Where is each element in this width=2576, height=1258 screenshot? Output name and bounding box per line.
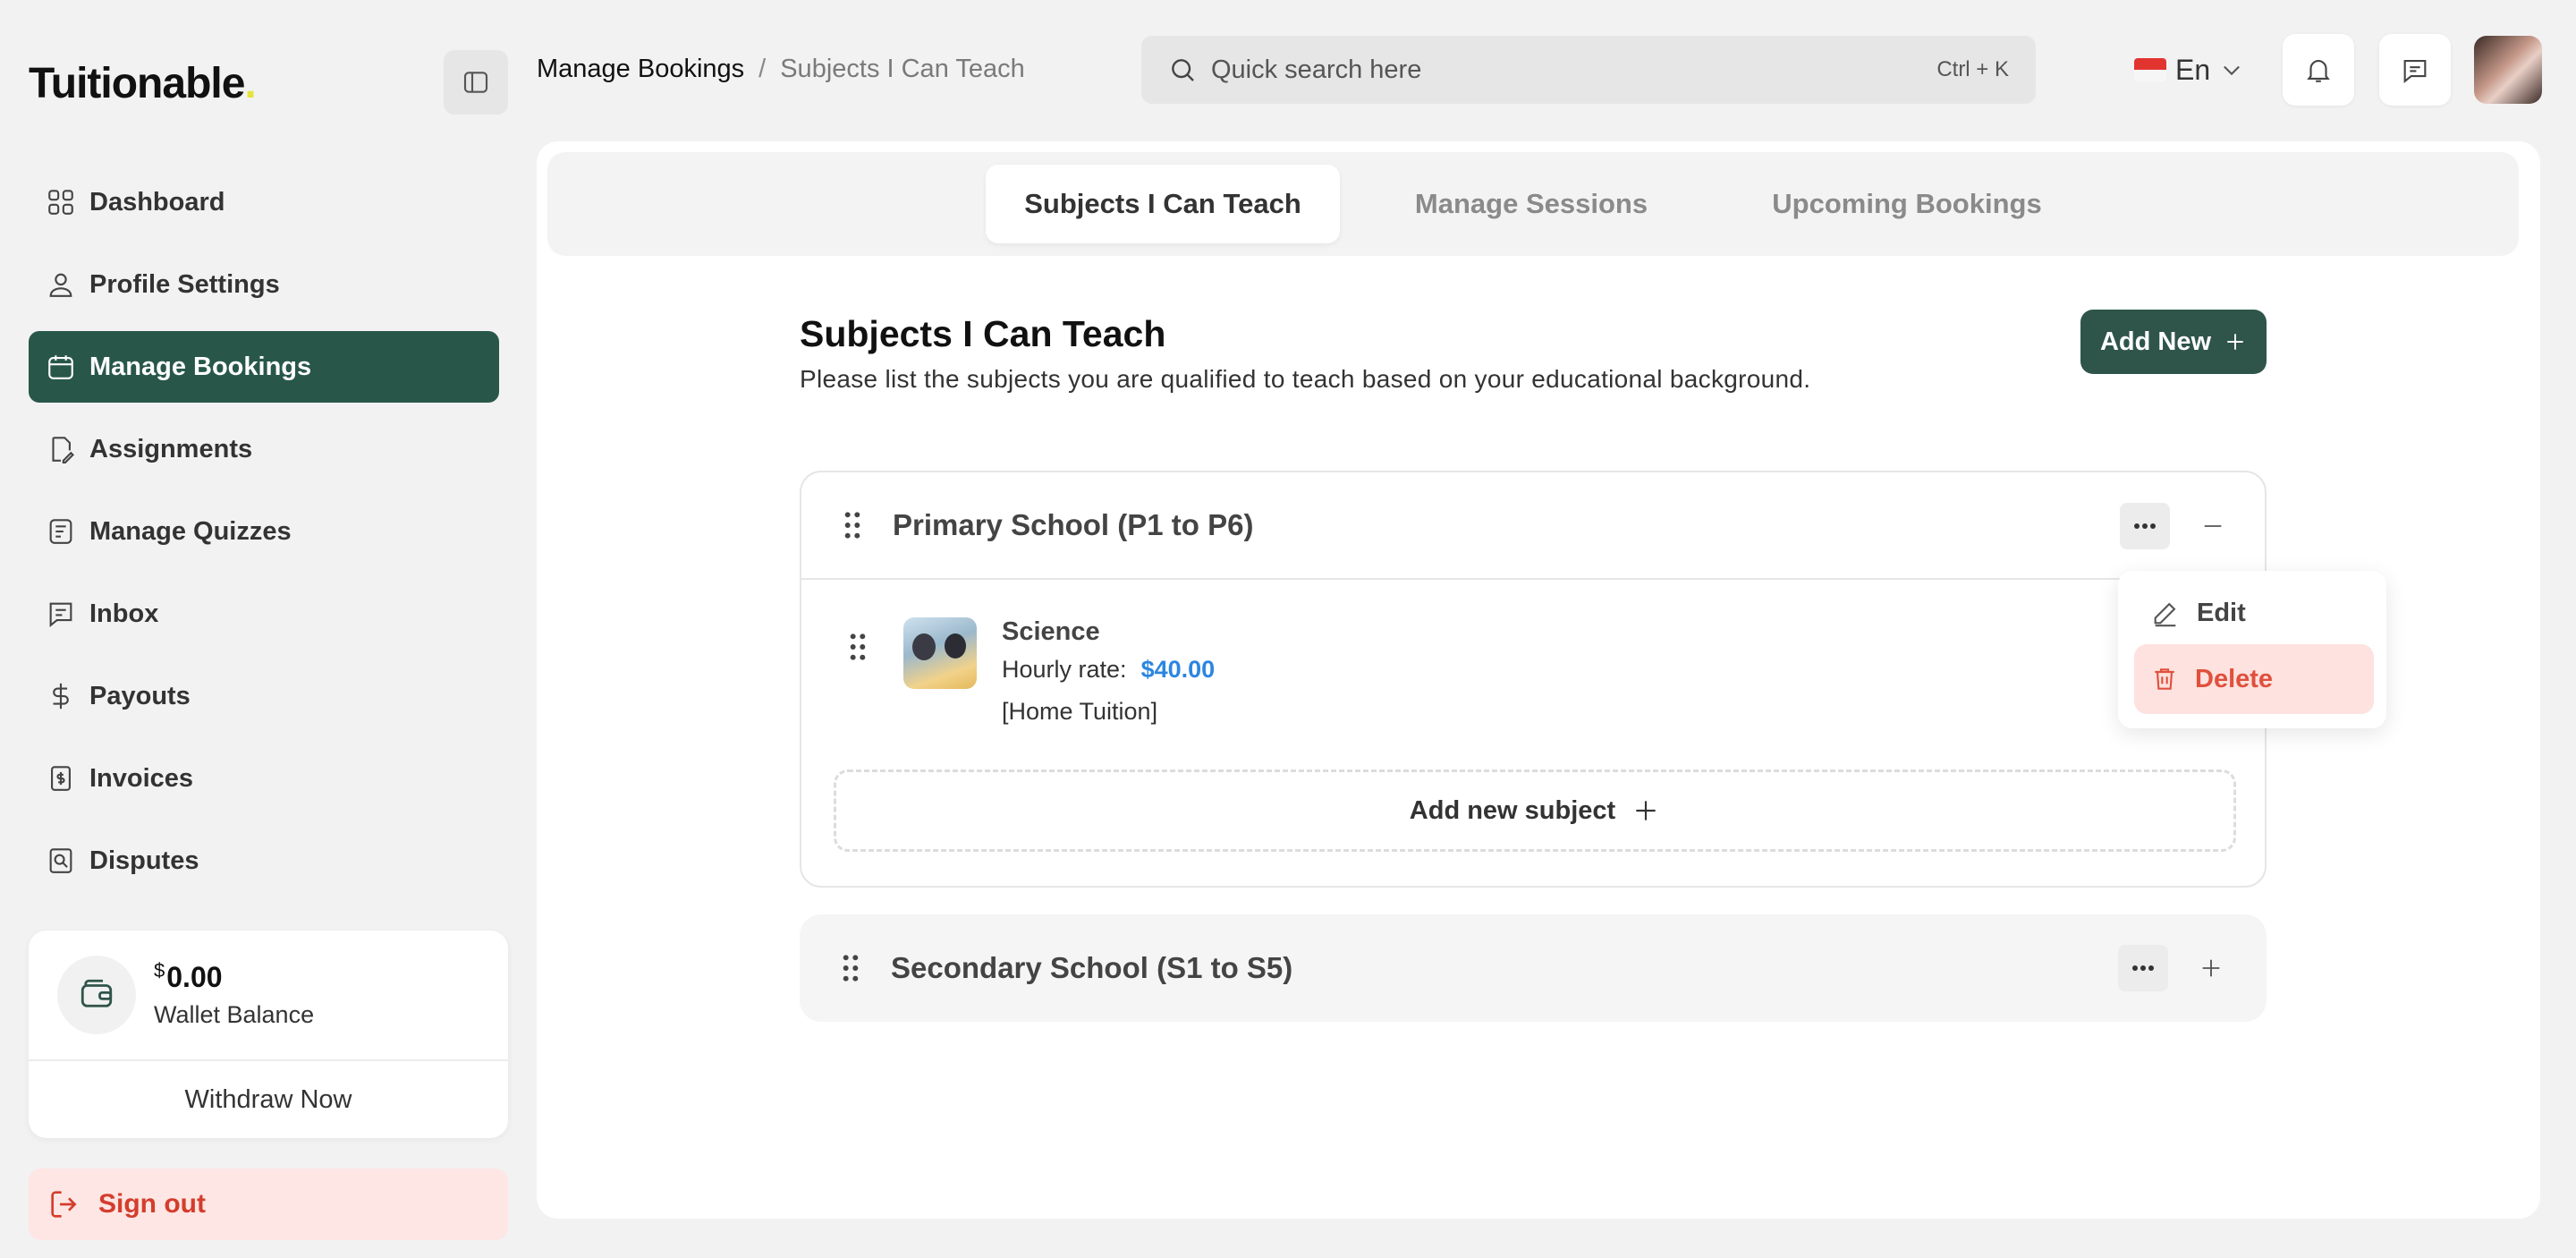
quiz-icon xyxy=(45,515,77,548)
wallet-card: $0.00 Wallet Balance Withdraw Now xyxy=(29,931,508,1138)
search-bar[interactable]: Ctrl + K xyxy=(1141,36,2036,104)
calendar-icon xyxy=(45,351,77,383)
add-new-label: Add New xyxy=(2099,327,2212,356)
breadcrumb-parent[interactable]: Manage Bookings xyxy=(537,55,744,84)
expand-group-button[interactable] xyxy=(2193,950,2229,986)
sidebar-item-label: Assignments xyxy=(89,434,253,463)
chat-icon xyxy=(2403,60,2427,83)
group-more-button[interactable] xyxy=(2118,945,2168,991)
dollar-icon xyxy=(45,680,77,712)
breadcrumb: Manage Bookings / Subjects I Can Teach xyxy=(537,54,1025,84)
sidebar-item-inbox[interactable]: Inbox xyxy=(29,578,499,650)
subject-group-header: Primary School (P1 to P6) xyxy=(801,472,2265,580)
chevron-down-icon xyxy=(2224,65,2241,76)
sidebar-item-invoices[interactable]: Invoices xyxy=(29,743,499,814)
wallet-label: Wallet Balance xyxy=(154,1001,315,1028)
group-actions-menu: Edit Delete xyxy=(2118,571,2386,728)
language-selector[interactable]: En xyxy=(2134,50,2244,89)
edit-document-icon xyxy=(45,433,77,465)
sidebar-item-dashboard[interactable]: Dashboard xyxy=(29,166,499,238)
collapse-group-button[interactable] xyxy=(2195,508,2231,544)
subject-name: Science xyxy=(1002,617,1100,646)
breadcrumb-current: Subjects I Can Teach xyxy=(780,54,1025,83)
sidebar-item-assignments[interactable]: Assignments xyxy=(29,413,499,485)
drag-handle-icon[interactable] xyxy=(843,510,862,540)
tab-upcoming-bookings[interactable]: Upcoming Bookings xyxy=(1737,165,2077,243)
sidebar-item-profile-settings[interactable]: Profile Settings xyxy=(29,249,499,320)
add-new-subject-button[interactable]: Add new subject xyxy=(834,769,2236,852)
invoice-icon xyxy=(45,762,77,795)
sidebar-item-label: Manage Quizzes xyxy=(89,516,292,546)
user-avatar[interactable] xyxy=(2474,36,2542,104)
plus-icon xyxy=(1636,801,1656,820)
subject-group-title: Secondary School (S1 to S5) xyxy=(891,951,1293,984)
subject-group-title: Primary School (P1 to P6) xyxy=(893,508,1254,541)
trash-icon xyxy=(2155,668,2174,690)
subject-info: Science Hourly rate: $40.00 [Home Tuition… xyxy=(1002,617,1215,726)
grid-icon xyxy=(45,186,77,218)
signout-label: Sign out xyxy=(98,1189,206,1219)
minus-icon xyxy=(2204,525,2222,527)
singapore-flag-icon xyxy=(2134,58,2166,81)
plus-icon xyxy=(2202,959,2220,977)
subject-group-card: Secondary School (S1 to S5) xyxy=(800,914,2267,1022)
sidebar-item-label: Invoices xyxy=(89,763,194,793)
brand-logo[interactable]: Tuitionable. xyxy=(29,59,257,108)
subject-group-card: Primary School (P1 to P6) Science Hourly… xyxy=(800,471,2267,888)
tabs-bar: Subjects I Can Teach Manage Sessions Upc… xyxy=(547,152,2519,256)
search-icon xyxy=(1172,59,1194,81)
language-label: En xyxy=(2175,53,2211,86)
subject-rate: Hourly rate: $40.00 xyxy=(1002,656,1216,683)
page-title: Subjects I Can Teach xyxy=(800,313,1166,354)
pencil-icon xyxy=(2154,602,2176,627)
signout-button[interactable]: Sign out xyxy=(29,1169,508,1240)
sidebar-item-label: Dashboard xyxy=(89,187,225,217)
sidebar-toggle-button[interactable] xyxy=(444,50,508,115)
wallet-summary: $0.00 Wallet Balance xyxy=(29,931,508,1061)
sidebar-item-manage-quizzes[interactable]: Manage Quizzes xyxy=(29,496,499,567)
tab-manage-sessions[interactable]: Manage Sessions xyxy=(1370,165,1692,243)
subject-mode: [Home Tuition] xyxy=(1002,698,1158,725)
sidebar-nav: Dashboard Profile Settings Manage Bookin… xyxy=(29,166,499,907)
search-shortcut: Ctrl + K xyxy=(1936,57,2009,81)
group-more-button[interactable] xyxy=(2120,503,2170,549)
notifications-button[interactable] xyxy=(2283,34,2354,106)
subject-rate-amount: $40.00 xyxy=(1140,656,1216,683)
sidebar-item-disputes[interactable]: Disputes xyxy=(29,825,499,897)
bell-icon xyxy=(2307,60,2330,82)
sidebar-item-label: Payouts xyxy=(89,681,191,710)
delete-menu-item[interactable]: Delete xyxy=(2134,644,2374,714)
subject-item: Science Hourly rate: $40.00 [Home Tuition… xyxy=(848,607,1215,726)
more-horizontal-icon xyxy=(2132,965,2154,971)
wallet-amount: $0.00 xyxy=(154,959,223,993)
message-icon xyxy=(45,598,77,630)
sidebar-item-label: Disputes xyxy=(89,846,199,875)
messages-button[interactable] xyxy=(2379,34,2451,106)
plus-icon xyxy=(2227,334,2243,350)
drag-handle-icon[interactable] xyxy=(848,632,868,726)
sidebar-item-payouts[interactable]: Payouts xyxy=(29,660,499,732)
withdraw-button[interactable]: Withdraw Now xyxy=(29,1061,508,1138)
add-new-subject-label: Add new subject xyxy=(1409,795,1616,825)
dispute-icon xyxy=(45,845,77,877)
delete-label: Delete xyxy=(2195,664,2274,693)
breadcrumb-separator: / xyxy=(758,54,767,83)
search-input[interactable] xyxy=(1211,55,1937,85)
sidebar-item-manage-bookings[interactable]: Manage Bookings xyxy=(29,331,499,403)
page-description: Please list the subjects you are qualifi… xyxy=(800,365,1811,393)
tab-subjects-i-can-teach[interactable]: Subjects I Can Teach xyxy=(986,165,1340,243)
logout-icon xyxy=(47,1186,82,1222)
sidebar-icon xyxy=(463,72,488,93)
sidebar-item-label: Manage Bookings xyxy=(89,352,312,381)
drag-handle-icon[interactable] xyxy=(841,953,860,983)
edit-menu-item[interactable]: Edit xyxy=(2134,578,2374,648)
add-new-button[interactable]: Add New xyxy=(2080,310,2267,374)
more-horizontal-icon xyxy=(2134,523,2156,529)
wallet-icon xyxy=(57,956,136,1034)
user-icon xyxy=(45,268,77,301)
sidebar-item-label: Profile Settings xyxy=(89,269,280,299)
sidebar-item-label: Inbox xyxy=(89,599,159,628)
subject-thumbnail xyxy=(903,617,977,689)
edit-label: Edit xyxy=(2197,598,2246,627)
